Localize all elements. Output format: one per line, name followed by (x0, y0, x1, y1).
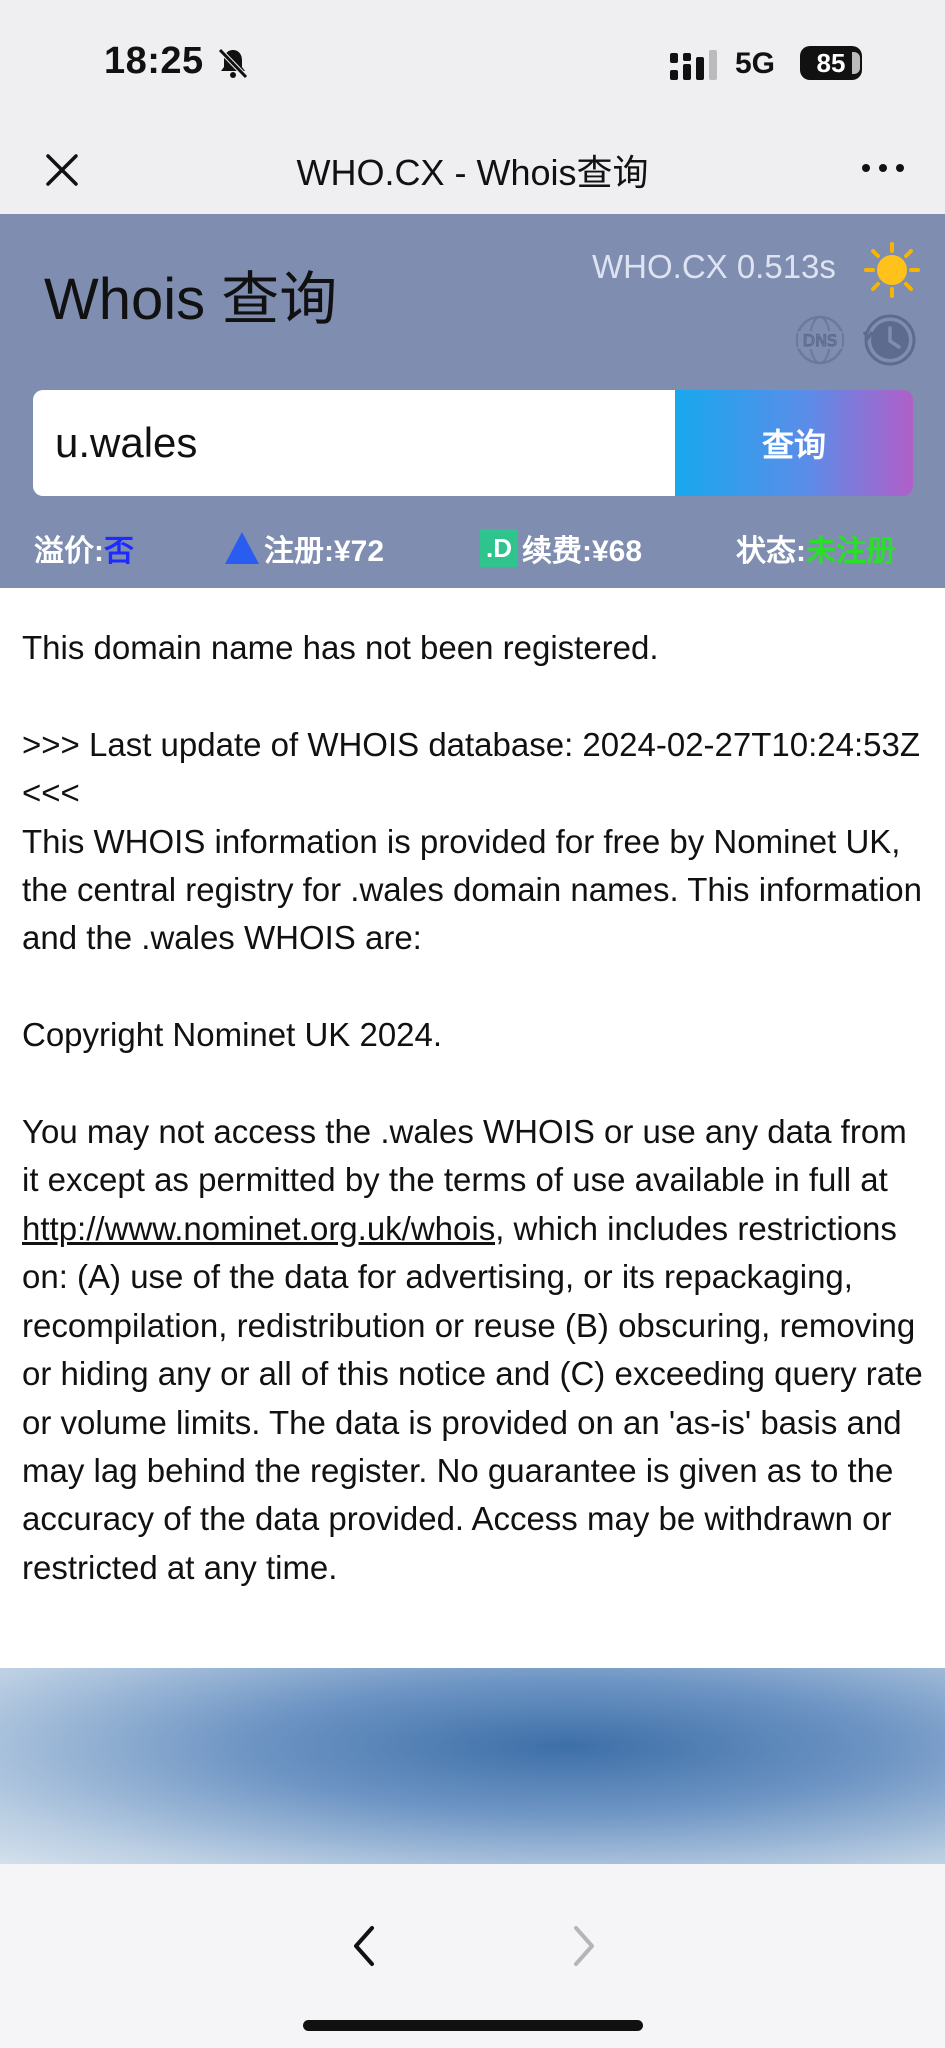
gradient-banner (0, 1668, 945, 1864)
home-indicator (303, 2020, 643, 2031)
nav-title: WHO.CX - Whois查询 (296, 152, 649, 193)
status-bar: 18:25 5G 85 (0, 0, 945, 130)
status-value: 未注册 (806, 535, 896, 568)
whois-paragraph: >>> Last update of WHOIS database: 2024-… (22, 725, 922, 957)
nav-bar: WHO.CX - Whois查询 (0, 130, 945, 214)
cellular-signal-icon (670, 50, 717, 80)
register-price: 注册:¥72 (264, 535, 385, 568)
network-type: 5G (735, 47, 776, 80)
terms-text: which includes restrictions on: (A) use … (22, 1209, 932, 1586)
premium-info: 溢价: 否 (34, 526, 134, 570)
terms-text: You may not access the .wales WHOIS or u… (22, 1113, 916, 1199)
browser-toolbar (0, 1864, 945, 2048)
page-title: Whois 查询 (44, 267, 338, 332)
nominet-whois-link[interactable]: http://www.nominet.org.uk/whois, (22, 1210, 504, 1247)
back-arrow-icon[interactable] (344, 1916, 384, 1976)
registrar-triangle-icon (225, 532, 259, 564)
premium-label: 溢价: (34, 535, 104, 568)
status-label: 状态: (736, 535, 806, 568)
renew-price-info[interactable]: .D 续费:¥68 (480, 526, 642, 570)
status-time: 18:25 (104, 40, 204, 82)
dns-icon[interactable]: DNS (794, 314, 846, 366)
history-clock-icon[interactable] (860, 310, 918, 368)
registrar-d-badge-icon: .D (480, 529, 518, 567)
forward-arrow-icon[interactable] (564, 1916, 604, 1976)
whois-paragraph: Copyright Nominet UK 2024. (22, 1016, 443, 1054)
query-speed: WHO.CX 0.513s (592, 248, 836, 285)
sun-theme-icon[interactable] (864, 242, 920, 298)
whois-result: This domain name has not been registered… (0, 588, 945, 1668)
search-bar: 查询 (33, 390, 913, 496)
whois-paragraph: You may not access the .wales WHOIS or u… (22, 1108, 923, 1592)
domain-search-input[interactable] (33, 390, 675, 496)
whois-header: Whois 查询 WHO.CX 0.513s DNS 查询 溢价: 否 (0, 214, 945, 588)
query-button[interactable]: 查询 (675, 390, 913, 496)
svg-text:DNS: DNS (803, 331, 837, 350)
renew-price: 续费:¥68 (522, 535, 643, 568)
registration-status: 状态: 未注册 (736, 526, 896, 570)
domain-info-row: 溢价: 否 注册:¥72 .D 续费:¥68 状态: 未注册 (0, 520, 945, 570)
bell-muted-icon (218, 48, 248, 79)
premium-value: 否 (104, 535, 134, 568)
more-options-icon[interactable] (858, 158, 908, 178)
whois-paragraph: This domain name has not been registered… (22, 629, 659, 666)
battery-cap (852, 52, 860, 74)
register-price-info[interactable]: 注册:¥72 (222, 526, 384, 570)
